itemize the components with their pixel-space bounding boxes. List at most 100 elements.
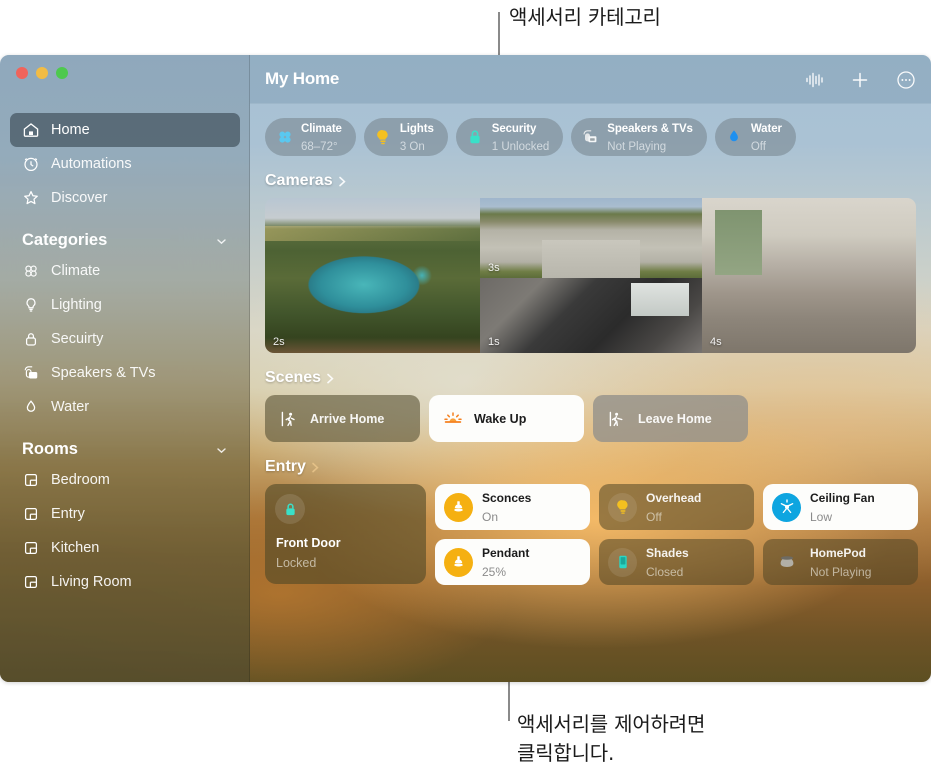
- accessory-status: Low: [810, 510, 833, 524]
- sidebar-item-climate[interactable]: Climate: [10, 254, 240, 288]
- camera-timestamp: 1s: [488, 336, 500, 348]
- pill-speakers-tvs[interactable]: Speakers & TVs Not Playing: [571, 118, 707, 156]
- camera-image: [480, 278, 702, 353]
- section-header-cameras[interactable]: Cameras: [265, 172, 931, 190]
- chevron-down-icon[interactable]: [215, 234, 228, 247]
- sidebar-item-label: Water: [51, 399, 90, 415]
- homepod-icon: [772, 548, 801, 577]
- titlebar: My Home: [250, 55, 931, 104]
- speaker-tv-icon: tv: [22, 364, 40, 382]
- water-drop-icon: [725, 128, 744, 147]
- sidebar-item-label: Entry: [51, 506, 85, 522]
- pill-label: Water: [750, 123, 782, 136]
- pill-status: Not Playing: [607, 141, 667, 153]
- scene-wake-up[interactable]: Wake Up: [429, 395, 584, 442]
- sidebar-item-speakers-tvs[interactable]: tv Speakers & TVs: [10, 356, 240, 390]
- accessory-status: Off: [646, 510, 662, 524]
- more-options-icon[interactable]: [895, 69, 917, 91]
- annotation-top-text: 액세서리 카테고리: [509, 5, 661, 29]
- camera-tile-street[interactable]: 3s: [480, 198, 702, 278]
- accessory-column-3: Ceiling Fan Low HomePod Not Playing: [763, 484, 918, 585]
- pill-water[interactable]: Water Off: [714, 118, 796, 156]
- pill-status: 68–72°: [301, 141, 338, 153]
- camera-tile-pool[interactable]: 2s: [265, 198, 480, 353]
- annotation-bottom-text-line2: 클릭합니다.: [517, 741, 615, 765]
- pill-status: 1 Unlocked: [491, 141, 550, 153]
- room-icon: [22, 573, 40, 591]
- sidebar-item-lighting[interactable]: Lighting: [10, 288, 240, 322]
- section-header-entry[interactable]: Entry: [265, 458, 931, 476]
- accessory-label: Ceiling Fan: [810, 490, 875, 505]
- entry-accessories: Front Door Locked Sconces On Pendant 25%…: [265, 484, 931, 585]
- zoom-window-button[interactable]: [56, 67, 68, 79]
- sidebar-categories-header[interactable]: Categories: [22, 231, 228, 250]
- svg-text:tv: tv: [30, 374, 33, 378]
- room-icon: [22, 539, 40, 557]
- scene-arrive-home[interactable]: Arrive Home: [265, 395, 420, 442]
- camera-column-middle: 3s 1s: [480, 198, 702, 353]
- chevron-right-icon: [338, 175, 347, 188]
- main-content: My Home Climate 68–72° Lights 3 On Secur…: [250, 55, 931, 682]
- fan-icon: [22, 262, 40, 280]
- accessory-column-1: Sconces On Pendant 25%: [435, 484, 590, 585]
- chevron-down-icon[interactable]: [215, 443, 228, 456]
- sidebar-item-entry[interactable]: Entry: [10, 497, 240, 531]
- annotation-bottom-text-line1: 액세서리를 제어하려면: [517, 712, 706, 736]
- sidebar-item-automations[interactable]: Automations: [10, 147, 240, 181]
- accessory-homepod[interactable]: HomePod Not Playing: [763, 539, 918, 585]
- scene-leave-home[interactable]: Leave Home: [593, 395, 748, 442]
- close-window-button[interactable]: [16, 67, 28, 79]
- lock-icon: [466, 128, 485, 147]
- accessory-status: 25%: [482, 565, 507, 579]
- house-icon: [22, 121, 40, 139]
- pill-label: Security: [491, 123, 537, 136]
- accessory-front-door[interactable]: Front Door Locked: [265, 484, 426, 584]
- sidebar-item-kitchen[interactable]: Kitchen: [10, 531, 240, 565]
- walk-out-icon: [606, 408, 628, 430]
- accessory-status: On: [482, 510, 499, 524]
- sidebar-rooms-header[interactable]: Rooms: [22, 440, 228, 459]
- pill-security[interactable]: Security 1 Unlocked: [455, 118, 564, 156]
- camera-tile-garage[interactable]: 1s: [480, 278, 702, 353]
- lock-icon: [275, 494, 305, 524]
- speaker-tv-icon: [581, 128, 600, 147]
- accessory-label: Sconces: [482, 490, 532, 505]
- sidebar-item-home[interactable]: Home: [10, 113, 240, 147]
- accessory-pendant[interactable]: Pendant 25%: [435, 539, 590, 585]
- accessory-sconces[interactable]: Sconces On: [435, 484, 590, 530]
- sidebar-item-label: Living Room: [51, 574, 132, 590]
- pill-label: Climate: [301, 123, 342, 136]
- sidebar-item-bedroom[interactable]: Bedroom: [10, 463, 240, 497]
- camera-timestamp: 2s: [273, 336, 285, 348]
- sidebar-item-living-room[interactable]: Living Room: [10, 565, 240, 599]
- plus-icon[interactable]: [849, 69, 871, 91]
- cameras-grid: 2s 3s 1s 4s: [265, 198, 916, 353]
- room-icon: [22, 505, 40, 523]
- sidebar-item-security[interactable]: Secuirty: [10, 322, 240, 356]
- minimize-window-button[interactable]: [36, 67, 48, 79]
- section-header-scenes[interactable]: Scenes: [265, 369, 931, 387]
- bulb-icon: [608, 492, 637, 522]
- accessory-shades[interactable]: Shades Closed: [599, 539, 754, 585]
- walk-in-icon: [278, 408, 300, 430]
- scene-label: Leave Home: [638, 411, 712, 426]
- sidebar-item-water[interactable]: Water: [10, 390, 240, 424]
- camera-image: [265, 198, 480, 353]
- accessory-status: Not Playing: [810, 565, 872, 579]
- pill-lights[interactable]: Lights 3 On: [363, 118, 448, 156]
- pill-climate[interactable]: Climate 68–72°: [265, 118, 356, 156]
- sidebar-categories-label: Categories: [22, 231, 108, 249]
- accessory-ceiling-fan[interactable]: Ceiling Fan Low: [763, 484, 918, 530]
- room-icon: [22, 471, 40, 489]
- accessory-column-2: Overhead Off Shades Closed: [599, 484, 754, 585]
- accessory-label: Front Door: [276, 536, 341, 550]
- sidebar-item-label: Secuirty: [51, 331, 104, 347]
- siri-waveform-icon[interactable]: [803, 69, 825, 91]
- sidebar-item-discover[interactable]: Discover: [10, 181, 240, 215]
- pill-label: Lights: [399, 123, 434, 136]
- star-icon: [22, 189, 40, 207]
- window-traffic-lights: [16, 67, 68, 79]
- home-app-window: Home Automations Discover Categories Cli…: [0, 55, 931, 682]
- camera-tile-living-room[interactable]: 4s: [702, 198, 916, 353]
- accessory-overhead[interactable]: Overhead Off: [599, 484, 754, 530]
